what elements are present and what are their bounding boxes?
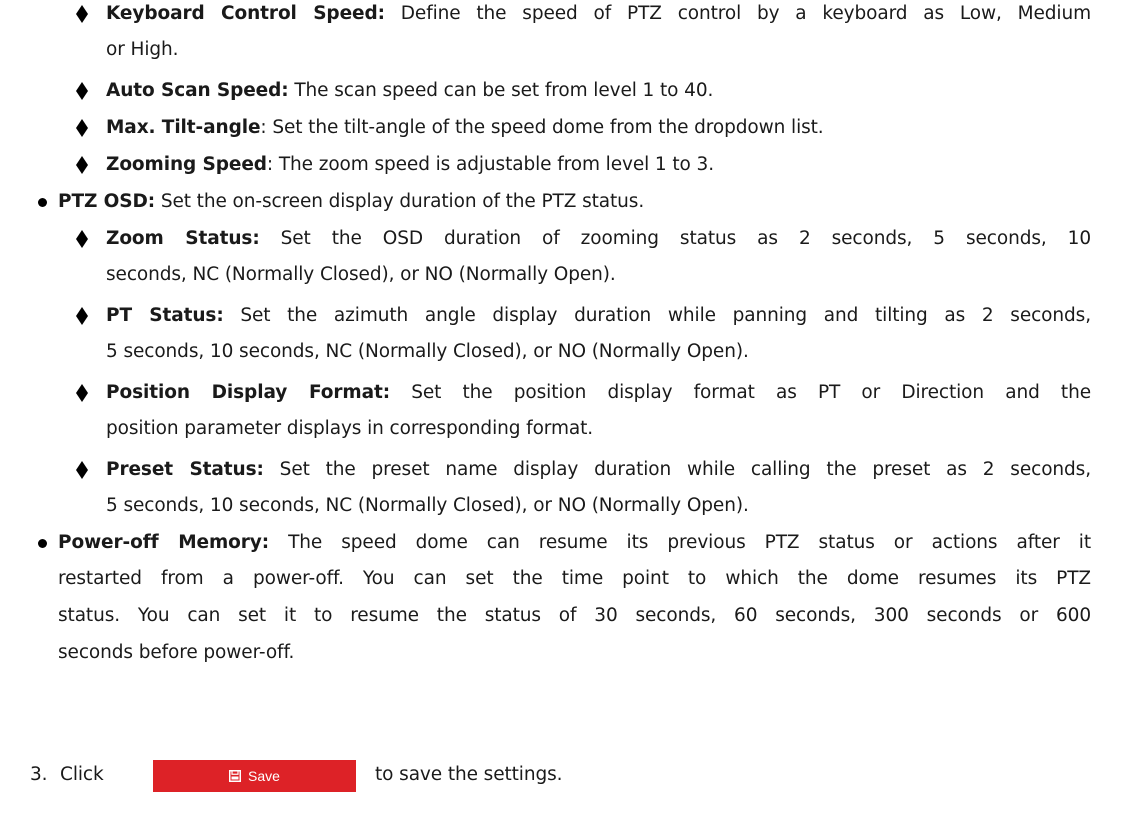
diamond-bullet-icon xyxy=(76,384,88,402)
diamond-bullet-icon xyxy=(76,307,88,325)
manual-page: Keyboard Control Speed: Define the speed… xyxy=(0,0,1123,819)
item-text: Define the speed of PTZ control by a key… xyxy=(384,3,1091,24)
item-label: Position Display Format: xyxy=(106,382,391,403)
diamond-bullet-icon xyxy=(76,5,88,23)
item-continuation: status. You can set it to resume the sta… xyxy=(58,605,1091,626)
item-label: Zoom Status: xyxy=(106,228,260,249)
item-label: Preset Status: xyxy=(106,459,264,480)
list-item: PT Status: Set the azimuth angle display… xyxy=(106,305,1091,327)
item-text: Set the azimuth angle display duration w… xyxy=(223,305,1091,326)
round-bullet-icon xyxy=(38,198,47,207)
step-after-text: to save the settings. xyxy=(375,764,563,785)
diamond-bullet-icon xyxy=(76,461,88,479)
item-continuation: position parameter displays in correspon… xyxy=(106,418,594,439)
item-text: The speed dome can resume its previous P… xyxy=(269,532,1092,553)
item-label: Keyboard Control Speed: xyxy=(106,3,385,24)
diamond-bullet-icon xyxy=(76,230,88,248)
item-continuation: 5 seconds, 10 seconds, NC (Normally Clos… xyxy=(106,495,749,516)
save-button[interactable]: Save xyxy=(153,760,356,792)
item-text: The scan speed can be set from level 1 t… xyxy=(288,80,714,101)
list-item: Auto Scan Speed: The scan speed can be s… xyxy=(106,80,713,102)
item-text: : The zoom speed is adjustable from leve… xyxy=(266,154,714,175)
list-item: PTZ OSD: Set the on-screen display durat… xyxy=(58,191,644,213)
list-item: Keyboard Control Speed: Define the speed… xyxy=(106,3,1091,25)
save-button-label: Save xyxy=(248,768,280,784)
item-text: Set the preset name display duration whi… xyxy=(263,459,1092,480)
diamond-bullet-icon xyxy=(76,82,88,100)
item-text: Set the OSD duration of zooming status a… xyxy=(259,228,1091,249)
item-label: PT Status: xyxy=(106,305,224,326)
list-item: Position Display Format: Set the positio… xyxy=(106,382,1091,404)
item-label: Power-off Memory: xyxy=(58,532,270,553)
list-item: Power-off Memory: The speed dome can res… xyxy=(58,532,1091,554)
round-bullet-icon xyxy=(38,539,47,548)
item-text: Set the position display format as PT or… xyxy=(390,382,1091,403)
item-continuation: seconds before power-off. xyxy=(58,642,295,663)
item-text: Set the on-screen display duration of th… xyxy=(155,191,645,212)
list-item: Zoom Status: Set the OSD duration of zoo… xyxy=(106,228,1091,250)
diamond-bullet-icon xyxy=(76,119,88,137)
item-continuation: 5 seconds, 10 seconds, NC (Normally Clos… xyxy=(106,341,749,362)
list-item: Preset Status: Set the preset name displ… xyxy=(106,459,1091,481)
list-item: Zooming Speed: The zoom speed is adjusta… xyxy=(106,154,714,176)
item-continuation: restarted from a power-off. You can set … xyxy=(58,568,1091,589)
step-number: 3. xyxy=(30,764,48,785)
diamond-bullet-icon xyxy=(76,156,88,174)
item-continuation: seconds, NC (Normally Closed), or NO (No… xyxy=(106,264,616,285)
item-text: : Set the tilt-angle of the speed dome f… xyxy=(260,117,824,138)
step-click-text: Click xyxy=(60,764,104,785)
item-label: Zooming Speed xyxy=(106,154,267,175)
item-label: Max. Tilt-angle xyxy=(106,117,261,138)
save-icon xyxy=(229,770,242,782)
item-label: Auto Scan Speed: xyxy=(106,80,289,101)
item-continuation: or High. xyxy=(106,39,179,60)
item-label: PTZ OSD: xyxy=(58,191,156,212)
list-item: Max. Tilt-angle: Set the tilt-angle of t… xyxy=(106,117,824,139)
